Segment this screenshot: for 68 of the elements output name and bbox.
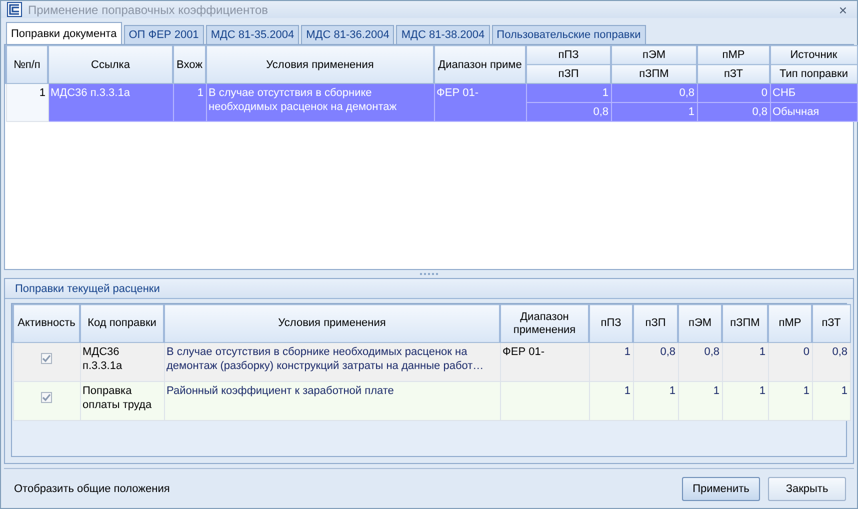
column-header[interactable]: пЭМ (678, 304, 722, 342)
table-cell: 1 (812, 382, 850, 420)
column-header[interactable]: пЗП (526, 64, 611, 84)
table-cell: 1 (722, 382, 768, 420)
table-cell: 1 (173, 84, 206, 122)
apply-button[interactable]: Применить (682, 476, 760, 500)
table-cell: 0 (697, 84, 770, 102)
tab[interactable]: Пользовательские поправки (492, 25, 646, 44)
column-header[interactable]: пЗТ (697, 64, 770, 84)
column-header[interactable]: Диапазон применения (500, 304, 589, 342)
general-provisions-link[interactable]: Отобразить общие положения (14, 482, 674, 494)
table-cell: 1 (6, 84, 48, 122)
column-header[interactable]: пПЗ (526, 46, 611, 64)
column-header[interactable]: Диапазон приме (434, 46, 526, 84)
tab[interactable]: МДС 81-36.2004 (301, 25, 394, 44)
tab[interactable]: МДС 81-38.2004 (396, 25, 490, 44)
table-cell: 0,8 (678, 342, 722, 382)
app-logo-icon (7, 2, 22, 17)
table-cell: МДС36 п.3.3.1а (80, 342, 164, 382)
column-header[interactable]: пЗТ (812, 304, 850, 342)
table-cell: 0 (768, 342, 812, 382)
table-cell: 1 (526, 84, 611, 102)
column-header[interactable]: Условия применения (164, 304, 500, 342)
close-button[interactable]: Закрыть (768, 476, 846, 500)
column-header[interactable]: пЭМ (611, 46, 697, 64)
column-header[interactable]: Код поправки (80, 304, 164, 342)
tab[interactable]: Поправки документа (6, 22, 122, 44)
table-cell: 0,8 (526, 102, 611, 122)
table-cell: 1 (589, 342, 633, 382)
window-title: Применение поправочных коэффициентов (28, 2, 269, 16)
column-header[interactable]: пЗП (633, 304, 678, 342)
table-cell: Обычная (770, 102, 857, 122)
column-header[interactable]: Условия применения (206, 46, 434, 84)
table-cell: В случае отсутствия в сборнике необходимых расценок на демонтаж (206, 84, 434, 122)
column-header[interactable]: №п/п (6, 46, 48, 84)
tab[interactable]: ОП ФЕР 2001 (124, 25, 204, 44)
table-cell: 1 (678, 382, 722, 420)
active-checkbox[interactable] (41, 392, 52, 403)
table-cell: 1 (589, 382, 633, 420)
table-cell: Поправка оплаты труда (80, 382, 164, 420)
column-header[interactable]: пМР (697, 46, 770, 64)
table-cell: ФЕР 01- (500, 342, 589, 382)
column-header[interactable]: Тип поправки (770, 64, 857, 84)
table-cell: ФЕР 01- (434, 84, 526, 122)
column-header[interactable]: пЗПМ (611, 64, 697, 84)
panel-title: Поправки текущей расценки (15, 282, 160, 294)
table-cell: 0,8 (611, 84, 697, 102)
table-cell: 1 (611, 102, 697, 122)
column-header[interactable]: Ссылка (48, 46, 173, 84)
tab[interactable]: МДС 81-35.2004 (206, 25, 300, 44)
close-icon[interactable]: × (834, 2, 851, 18)
active-checkbox[interactable] (41, 353, 52, 364)
table-cell: 1 (768, 382, 812, 420)
table-cell: 1 (633, 382, 678, 420)
table-cell: В случае отсутствия в сборнике необходимых расценок на демонтаж (разборку) конструкций затраты на данные работ… (164, 342, 500, 382)
table-cell: 0,8 (812, 342, 850, 382)
table-cell: 0,8 (633, 342, 678, 382)
table-cell: 1 (722, 342, 768, 382)
column-header[interactable]: пПЗ (589, 304, 633, 342)
table-cell: СНБ (770, 84, 857, 102)
table-cell: МДС36 п.3.3.1а (48, 84, 173, 122)
column-header[interactable]: Вхож (173, 46, 206, 84)
column-header[interactable]: Активность (13, 304, 80, 342)
column-header[interactable]: пЗПМ (722, 304, 768, 342)
column-header[interactable]: Источник (770, 46, 857, 64)
column-header[interactable]: пМР (768, 304, 812, 342)
table-cell: 0,8 (697, 102, 770, 122)
table-cell: Районный коэффициент к заработной плате (164, 382, 500, 420)
